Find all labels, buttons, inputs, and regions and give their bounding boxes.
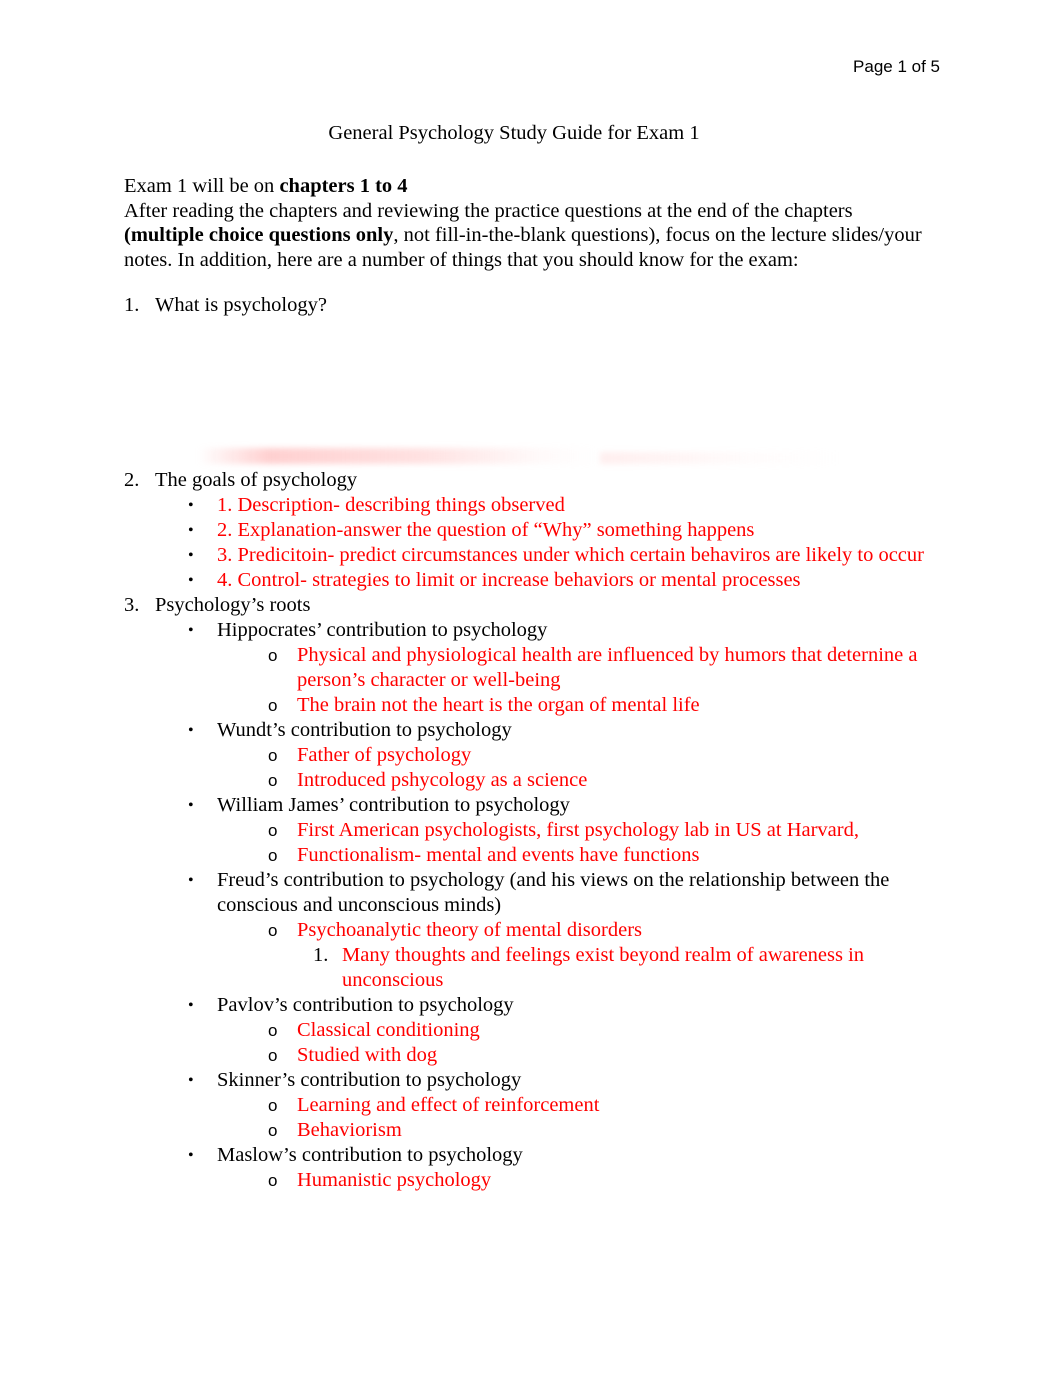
intro-line3-bold: (multiple choice questions only bbox=[124, 224, 394, 246]
bullet-icon: • bbox=[188, 797, 194, 814]
goals-bullet-3-text: 3. Predicitoin- predict circumstances un… bbox=[217, 544, 924, 566]
page-number-text: Page 1 of 5 bbox=[853, 57, 940, 76]
bullet-icon: • bbox=[188, 497, 194, 514]
bullet-icon: • bbox=[188, 522, 194, 539]
goals-bullet-3: • 3. Predicitoin- predict circumstances … bbox=[188, 543, 942, 568]
pavlov-sub-2-text: Studied with dog bbox=[297, 1044, 438, 1066]
circle-bullet-icon: o bbox=[268, 1021, 278, 1040]
goals-bullet-1: • 1. Description- describing things obse… bbox=[188, 493, 942, 518]
intro-line1-bold: chapters 1 to 4 bbox=[279, 175, 408, 197]
intro-line4: notes. In addition, here are a number of… bbox=[124, 248, 799, 271]
outline-item-2-number: 2. bbox=[124, 469, 140, 491]
roots-bullet-pavlov: • Pavlov’s contribution to psychology bbox=[188, 993, 942, 1018]
bullet-icon: • bbox=[188, 547, 194, 564]
outline-item-2-text: The goals of psychology bbox=[155, 469, 358, 491]
bullet-icon: • bbox=[188, 572, 194, 589]
roots-bullet-maslow-text: Maslow’s contribution to psychology bbox=[217, 1144, 523, 1166]
hippocrates-sub-2: o The brain not the heart is the organ o… bbox=[268, 693, 942, 718]
document-page: Page 1 of 5 General Psychology Study Gui… bbox=[0, 0, 1062, 1377]
circle-bullet-icon: o bbox=[268, 921, 278, 940]
james-sub-1: o First American psychologists, first ps… bbox=[268, 818, 942, 843]
roots-bullet-hippocrates-text: Hippocrates’ contribution to psychology bbox=[217, 619, 548, 641]
intro-paragraph: Exam 1 will be on chapters 1 to 4 After … bbox=[124, 174, 942, 272]
bullet-icon: • bbox=[188, 1147, 194, 1164]
title-gap bbox=[124, 147, 942, 174]
bullet-icon: • bbox=[188, 872, 194, 889]
skinner-sub-2-text: Behaviorism bbox=[297, 1119, 402, 1141]
james-sub-2: o Functionalism- mental and events have … bbox=[268, 843, 942, 868]
wundt-sub-2-text: Introduced pshycology as a science bbox=[297, 769, 588, 791]
skinner-sub-2: o Behaviorism bbox=[268, 1118, 942, 1143]
circle-bullet-icon: o bbox=[268, 1121, 278, 1140]
intro-gap bbox=[124, 272, 942, 293]
roots-bullet-hippocrates: • Hippocrates’ contribution to psycholog… bbox=[188, 618, 942, 643]
hippocrates-sub-1-text: Physical and physiological health are in… bbox=[297, 644, 918, 691]
roots-bullet-james: • William James’ contribution to psychol… bbox=[188, 793, 942, 818]
bullet-icon: • bbox=[188, 997, 194, 1014]
outline-item-2: 2. The goals of psychology bbox=[124, 468, 942, 493]
skinner-sub-1: o Learning and effect of reinforcement bbox=[268, 1093, 942, 1118]
circle-bullet-icon: o bbox=[268, 696, 278, 715]
intro-line1-prefix: Exam 1 will be on bbox=[124, 175, 280, 197]
outline-item-1: 1. What is psychology? bbox=[124, 293, 942, 318]
roots-bullet-pavlov-text: Pavlov’s contribution to psychology bbox=[217, 994, 514, 1016]
freud-sub-1-text: Psychoanalytic theory of mental disorder… bbox=[297, 919, 642, 941]
bullet-icon: • bbox=[188, 622, 194, 639]
roots-bullet-skinner: • Skinner’s contribution to psychology bbox=[188, 1068, 942, 1093]
page-number-header: Page 1 of 5 bbox=[853, 56, 940, 78]
outline-item-3-number: 3. bbox=[124, 594, 140, 616]
freud-sub-sub-1: 1. Many thoughts and feelings exist beyo… bbox=[313, 943, 942, 993]
intro-line3-rest: , not fill-in-the-blank questions), focu… bbox=[393, 224, 922, 246]
hippocrates-sub-2-text: The brain not the heart is the organ of … bbox=[297, 694, 700, 716]
roots-bullet-wundt-text: Wundt’s contribution to psychology bbox=[217, 719, 512, 741]
outline-item-1-text: What is psychology? bbox=[155, 294, 327, 316]
document-title: General Psychology Study Guide for Exam … bbox=[328, 122, 700, 144]
wundt-sub-1-text: Father of psychology bbox=[297, 744, 472, 766]
outline-item-1-number: 1. bbox=[124, 294, 140, 316]
circle-bullet-icon: o bbox=[268, 646, 278, 665]
roots-bullet-james-text: William James’ contribution to psycholog… bbox=[217, 794, 570, 816]
goals-bullet-2-text: 2. Explanation-answer the question of “W… bbox=[217, 519, 755, 541]
circle-bullet-icon: o bbox=[268, 1171, 278, 1190]
freud-sub-1: o Psychoanalytic theory of mental disord… bbox=[268, 918, 942, 943]
circle-bullet-icon: o bbox=[268, 846, 278, 865]
numbered-marker: 1. bbox=[313, 944, 329, 966]
roots-bullet-freud: • Freud’s contribution to psychology (an… bbox=[188, 868, 942, 918]
skinner-sub-1-text: Learning and effect of reinforcement bbox=[297, 1094, 600, 1116]
roots-bullet-freud-text: Freud’s contribution to psychology (and … bbox=[217, 869, 890, 916]
circle-bullet-icon: o bbox=[268, 1096, 278, 1115]
circle-bullet-icon: o bbox=[268, 821, 278, 840]
bullet-icon: • bbox=[188, 1072, 194, 1089]
pavlov-sub-2: o Studied with dog bbox=[268, 1043, 942, 1068]
james-sub-2-text: Functionalism- mental and events have fu… bbox=[297, 844, 700, 866]
bullet-icon: • bbox=[188, 722, 194, 739]
goals-bullet-4: • 4. Control- strategies to limit or inc… bbox=[188, 568, 942, 593]
wundt-sub-1: o Father of psychology bbox=[268, 743, 942, 768]
freud-sub-sub-1-text: Many thoughts and feelings exist beyond … bbox=[342, 944, 865, 991]
goals-bullet-1-text: 1. Description- describing things observ… bbox=[217, 494, 565, 516]
pavlov-sub-1: o Classical conditioning bbox=[268, 1018, 942, 1043]
roots-bullet-wundt: • Wundt’s contribution to psychology bbox=[188, 718, 942, 743]
roots-bullet-maslow: • Maslow’s contribution to psychology bbox=[188, 1143, 942, 1168]
circle-bullet-icon: o bbox=[268, 771, 278, 790]
roots-bullet-skinner-text: Skinner’s contribution to psychology bbox=[217, 1069, 522, 1091]
james-sub-1-text: First American psychologists, first psyc… bbox=[297, 819, 859, 841]
outline-item-3: 3. Psychology’s roots bbox=[124, 593, 942, 618]
goals-bullet-4-text: 4. Control- strategies to limit or incre… bbox=[217, 569, 801, 591]
document-body: General Psychology Study Guide for Exam … bbox=[124, 120, 942, 1193]
wundt-sub-2: o Introduced pshycology as a science bbox=[268, 768, 942, 793]
intro-line2: After reading the chapters and reviewing… bbox=[124, 199, 853, 222]
item-1-answer-space bbox=[124, 318, 942, 468]
pavlov-sub-1-text: Classical conditioning bbox=[297, 1019, 480, 1041]
hippocrates-sub-1: o Physical and physiological health are … bbox=[268, 643, 942, 693]
goals-bullet-2: • 2. Explanation-answer the question of … bbox=[188, 518, 942, 543]
outline-item-3-text: Psychology’s roots bbox=[155, 594, 311, 616]
circle-bullet-icon: o bbox=[268, 746, 278, 765]
maslow-sub-1: o Humanistic psychology bbox=[268, 1168, 942, 1193]
maslow-sub-1-text: Humanistic psychology bbox=[297, 1169, 492, 1191]
circle-bullet-icon: o bbox=[268, 1046, 278, 1065]
